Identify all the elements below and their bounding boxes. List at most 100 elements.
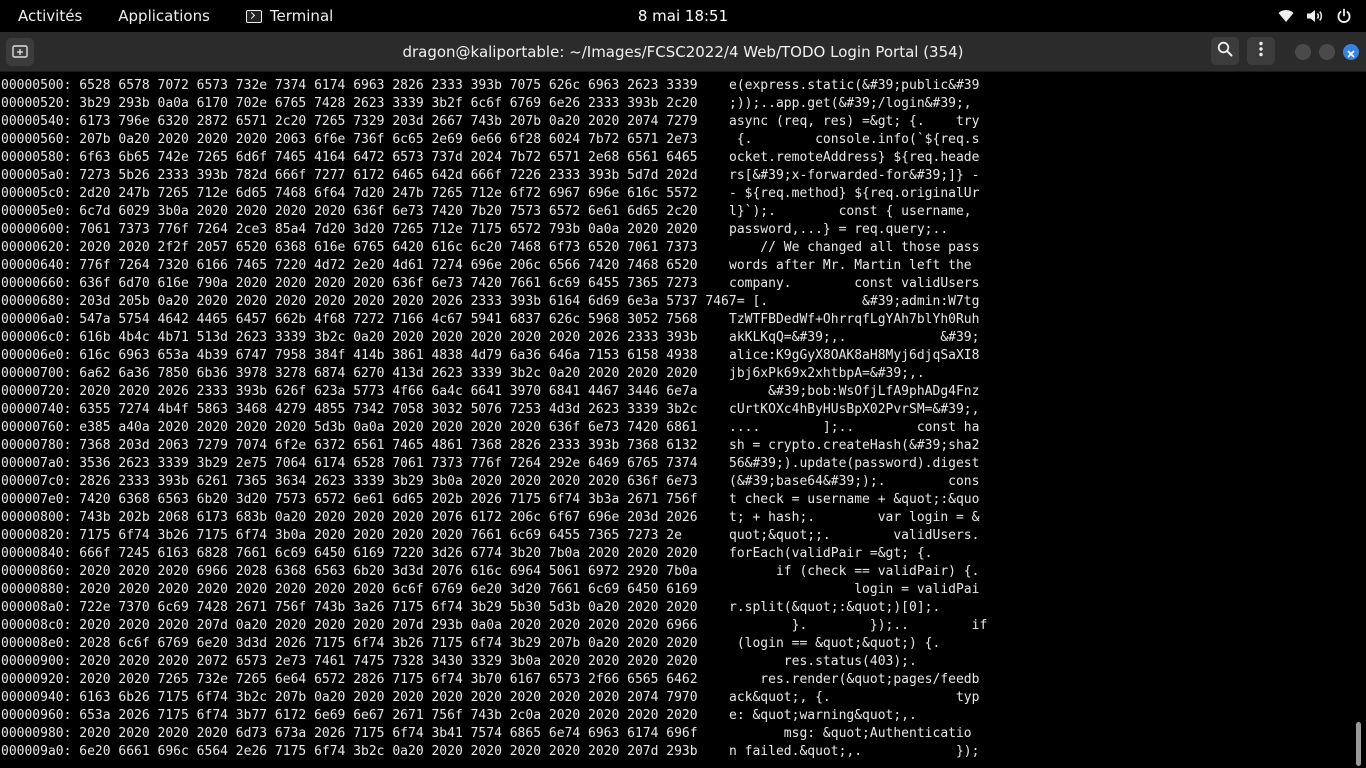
hexdump-line: 00000600: 7061 7373 776f 7264 2ce3 85a4 … (1, 222, 698, 237)
ascii-line: t; + hash;. var login = & (729, 510, 980, 525)
hexdump-line: 00000860: 2020 2020 2020 6966 2028 6368 … (1, 564, 698, 579)
maximize-button[interactable] (1319, 44, 1335, 60)
ascii-line: cUrtKOXc4hByHUsBpX02PvrSM=&#39;, (729, 402, 980, 417)
hexdump-line: 000008a0: 722e 7370 6c69 7428 2671 756f … (1, 600, 698, 615)
terminal-app-label: Terminal (269, 7, 334, 25)
ascii-line: company. const validUsers (729, 276, 980, 291)
hexdump-line: 000007e0: 7420 6368 6563 6b20 3d20 7573 … (1, 492, 698, 507)
ascii-line: e(express.static(&#39;public&#39 (729, 78, 980, 93)
terminal-headerbar: dragon@kaliportable: ~/Images/FCSC2022/4… (0, 32, 1366, 72)
hexdump-line: 000009a0: 6e20 6661 696c 6564 2e26 7175 … (1, 744, 698, 759)
hexdump-line: 00000620: 2020 2020 2f2f 2057 6520 6368 … (1, 240, 698, 255)
hexdump-line: 000006c0: 616b 4b4c 4b71 513d 2623 3339 … (1, 330, 698, 345)
kebab-menu-icon (1258, 41, 1264, 61)
minimize-button[interactable] (1295, 44, 1311, 60)
top-bar: Activités Applications Terminal 8 mai 18… (0, 0, 1366, 32)
power-icon (1336, 8, 1352, 24)
system-tray[interactable] (1278, 0, 1352, 32)
hexdump-line: 00000880: 2020 2020 2020 2020 2020 2020 … (1, 582, 698, 597)
hexdump-line: 00000980: 2020 2020 2020 2020 6d73 673a … (1, 726, 698, 741)
close-button[interactable] (1343, 44, 1359, 60)
hexdump-line: 000006e0: 616c 6963 653a 4b39 6747 7958 … (1, 348, 698, 363)
hexdump-line: 00000520: 3b29 293b 0a0a 6170 702e 6765 … (1, 96, 698, 111)
ascii-line: TzWTFBDedWf+OhrrqfLgYAh7blYh0Ruh (729, 312, 980, 327)
scrollbar-thumb[interactable] (1356, 722, 1361, 766)
hexdump-line: 00000680: 203d 205b 0a20 2020 2020 2020 … (1, 294, 737, 309)
ascii-line: &#39;bob:WsOfjLfA9phADg4Fnz (729, 384, 980, 399)
terminal-app-menu[interactable]: Terminal (228, 0, 351, 32)
ascii-line: password,...} = req.query;.. (729, 222, 949, 237)
ascii-line: ack&quot;, {. typ (729, 690, 980, 705)
ascii-line: n failed.&quot;,. }); (729, 744, 980, 759)
hexdump-line: 00000900: 2020 2020 2020 2072 6573 2e73 … (1, 654, 698, 669)
ascii-line: {. console.info(`${req.s (729, 132, 980, 147)
ascii-line: forEach(validPair =&gt; {. (729, 546, 933, 561)
ascii-line: l}`);. const { username, (729, 204, 972, 219)
hexdump-line: 00000660: 636f 6d70 616e 790a 2020 2020 … (1, 276, 698, 291)
ascii-line: quot;&quot;;. validUsers. (729, 528, 980, 543)
ascii-column: e(express.static(&#39;public&#39 ;));..ap… (729, 77, 987, 761)
terminal-icon (245, 9, 262, 23)
ascii-line: (login == &quot;&quot;) {. (729, 636, 941, 651)
hexdump-line: 00000560: 207b 0a20 2020 2020 2020 2063 … (1, 132, 698, 147)
ascii-line: t check = username + &quot;:&quo (729, 492, 980, 507)
hexdump-line: 00000940: 6163 6b26 7175 6f74 3b2c 207b … (1, 690, 698, 705)
search-button[interactable] (1211, 37, 1239, 65)
activities-label: Activités (18, 7, 83, 25)
hexdump-line: 00000960: 653a 2026 7175 6f74 3b77 6172 … (1, 708, 698, 723)
ascii-line: }. });.. if (729, 618, 988, 633)
hexdump-line: 00000580: 6f63 6b65 742e 7265 6d6f 7465 … (1, 150, 698, 165)
hexdump-line: 00000720: 2020 2020 2026 2333 393b 626f … (1, 384, 698, 399)
hexdump-line: 000007c0: 2826 2333 393b 6261 7365 3634 … (1, 474, 698, 489)
hexdump-line: 00000640: 776f 7264 7320 6166 7465 7220 … (1, 258, 698, 273)
applications-label: Applications (118, 7, 210, 25)
ascii-line: ocket.remoteAddress} ${req.heade (729, 150, 980, 165)
ascii-line: 56&#39;).update(password).digest (729, 456, 980, 471)
wifi-icon (1278, 9, 1294, 23)
menu-button[interactable] (1247, 37, 1275, 65)
terminal-output[interactable]: 00000500: 6528 6578 7072 6573 732e 7374 … (0, 72, 1366, 768)
hexdump-line: 00000760: e385 a40a 2020 2020 2020 2020 … (1, 420, 698, 435)
close-icon (1347, 43, 1355, 62)
hexdump-line: 00000820: 7175 6f74 3b26 7175 6f74 3b0a … (1, 528, 682, 543)
ascii-line: (&#39;base64&#39;);. cons (729, 474, 980, 489)
ascii-line: async (req, res) =&gt; {. try (729, 114, 980, 129)
search-icon (1217, 41, 1233, 61)
hexdump-line: 000006a0: 547a 5754 4642 4465 6457 662b … (1, 312, 698, 327)
hexdump-line: 000005e0: 6c7d 6029 3b0a 2020 2020 2020 … (1, 204, 698, 219)
hexdump-column: 00000500: 6528 6578 7072 6573 732e 7374 … (1, 77, 737, 761)
hexdump-line: 00000920: 2020 2020 7265 732e 7265 6e64 … (1, 672, 698, 687)
clock[interactable]: 8 mai 18:51 (638, 7, 728, 25)
hexdump-line: 000005a0: 7273 5b26 2333 393b 782d 666f … (1, 168, 698, 183)
ascii-line: res.status(403);. (729, 654, 917, 669)
ascii-line: words after Mr. Martin left the (729, 258, 972, 273)
ascii-line: if (check == validPair) {. (729, 564, 980, 579)
hexdump-line: 000008c0: 2020 2020 2020 207d 0a20 2020 … (1, 618, 698, 633)
ascii-line: alice:K9gGyX8OAK8aH8Myj6djqSaXI8 (729, 348, 980, 363)
window-title: dragon@kaliportable: ~/Images/FCSC2022/4… (402, 43, 964, 61)
ascii-line: e: &quot;warning&quot;,. (729, 708, 917, 723)
hexdump-line: 00000740: 6355 7274 4b4f 5863 3468 4279 … (1, 402, 698, 417)
hexdump-line: 000007a0: 3536 2623 3339 3b29 2e75 7064 … (1, 456, 698, 471)
activities-button[interactable]: Activités (0, 0, 100, 32)
hexdump-line: 00000500: 6528 6578 7072 6573 732e 7374 … (1, 78, 698, 93)
scrollbar[interactable] (1354, 72, 1362, 768)
ascii-line: ;));..app.get(&#39;/login&#39;, (729, 96, 972, 111)
hexdump-line: 00000800: 743b 202b 2068 6173 683b 0a20 … (1, 510, 698, 525)
ascii-line: = [. &#39;admin:W7tg (729, 294, 980, 309)
ascii-line: akKLKqQ=&#39;,. &#39; (729, 330, 980, 345)
hexdump-line: 00000540: 6173 796e 6320 2872 6571 2c20 … (1, 114, 698, 129)
hexdump-line: 000005c0: 2d20 247b 7265 712e 6d65 7468 … (1, 186, 698, 201)
ascii-line: rs[&#39;x-forwarded-for&#39;]} - (729, 168, 980, 183)
hexdump-line: 00000840: 666f 7245 6163 6828 7661 6c69 … (1, 546, 698, 561)
ascii-line: msg: &quot;Authenticatio (729, 726, 972, 741)
applications-menu[interactable]: Applications (100, 0, 228, 32)
hexdump-line: 00000780: 7368 203d 2063 7279 7074 6f2e … (1, 438, 698, 453)
ascii-line: r.split(&quot;:&quot;)[0];. (729, 600, 941, 615)
ascii-line: login = validPai (729, 582, 980, 597)
volume-icon (1306, 9, 1324, 23)
hexdump-line: 000008e0: 2028 6c6f 6769 6e20 3d3d 2026 … (1, 636, 698, 651)
ascii-line: sh = crypto.createHash(&#39;sha2 (729, 438, 980, 453)
ascii-line: .... ];.. const ha (729, 420, 980, 435)
ascii-line: - ${req.method} ${req.originalUr (729, 186, 980, 201)
